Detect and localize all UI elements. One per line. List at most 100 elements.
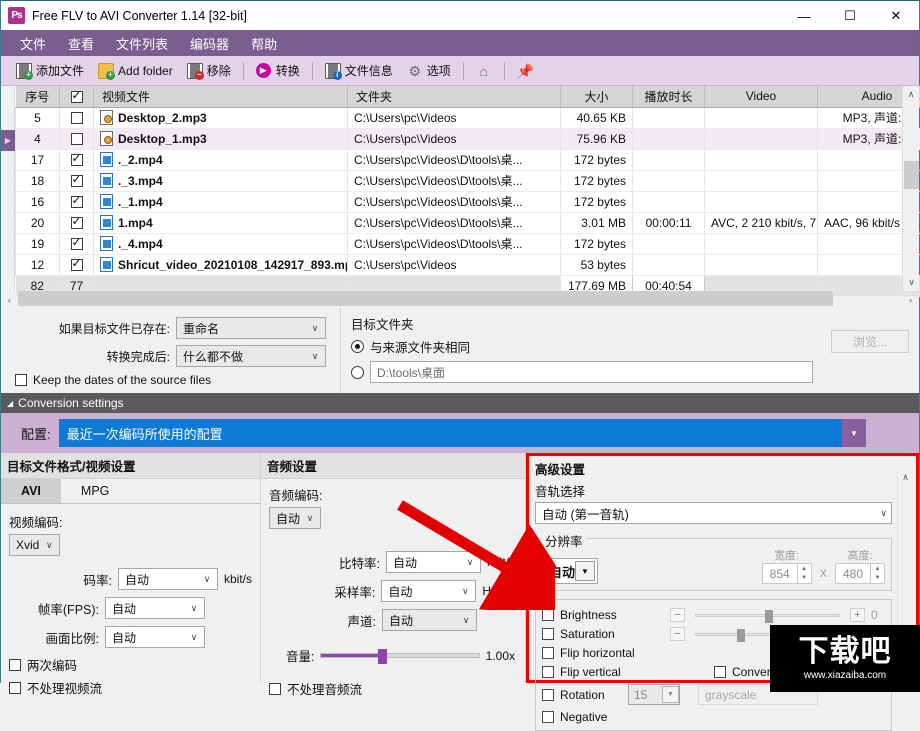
table-row[interactable]: 4Desktop_1.mp3C:\Users\pc\Videos75.96 KB…: [16, 128, 920, 149]
column-header-videofile[interactable]: 视频文件: [94, 86, 348, 107]
file-list-horizontal-scrollbar[interactable]: ‹ ›: [0, 291, 920, 308]
volume-slider[interactable]: [320, 653, 479, 658]
minimize-button[interactable]: —: [781, 1, 827, 31]
conversion-settings-header[interactable]: ◢ Conversion settings: [0, 393, 920, 413]
file-list[interactable]: ▶ 序号 视频文件 文件夹 大小 播放时长 Video Audio 5Deskt…: [0, 86, 920, 291]
after-combo[interactable]: 什么都不做 ∨: [176, 345, 326, 367]
row-checkbox-cell[interactable]: [60, 149, 94, 170]
column-header-duration[interactable]: 播放时长: [633, 86, 705, 107]
chevron-down-icon[interactable]: ▼: [662, 686, 679, 703]
saturation-minus-button[interactable]: −: [670, 627, 685, 641]
convert-colors-checkbox[interactable]: [714, 666, 726, 678]
options-button[interactable]: ⚙ 选项: [400, 60, 458, 81]
config-combo[interactable]: 最近一次编码所使用的配置 ▼: [59, 419, 866, 447]
chevron-down-icon[interactable]: ▼: [575, 561, 595, 581]
exists-combo[interactable]: 重命名 ∨: [176, 317, 326, 339]
video-fps-combo[interactable]: 自动 ∨: [105, 597, 205, 619]
select-all-checkbox[interactable]: [71, 91, 83, 103]
vertical-scroll-thumb[interactable]: [904, 161, 919, 189]
video-aspect-combo[interactable]: 自动 ∨: [105, 626, 205, 648]
audio-channels-combo[interactable]: 自动 ∨: [382, 609, 477, 631]
custom-path-input[interactable]: D:\tools\桌面: [370, 361, 813, 383]
row-checkbox-cell[interactable]: [60, 170, 94, 191]
no-audio-row[interactable]: 不处理音频流: [269, 679, 525, 698]
width-input[interactable]: 854: [762, 563, 798, 584]
audio-codec-combo[interactable]: 自动 ∨: [269, 507, 321, 529]
resolution-combo[interactable]: 自动 ▼: [542, 558, 598, 584]
add-folder-button[interactable]: + Add folder: [91, 61, 180, 81]
horizontal-scroll-thumb[interactable]: [18, 291, 833, 306]
table-row[interactable]: 5Desktop_2.mp3C:\Users\pc\Videos40.65 KB…: [16, 107, 920, 128]
add-file-button[interactable]: + 添加文件: [9, 60, 91, 81]
brightness-slider-knob[interactable]: [765, 610, 773, 623]
table-row[interactable]: 12Shricut_video_20210108_142917_893.mp4C…: [16, 254, 920, 275]
menu-item-view[interactable]: 查看: [57, 31, 105, 56]
column-header-video[interactable]: Video: [705, 86, 818, 107]
brightness-slider[interactable]: [695, 614, 840, 617]
negative-checkbox[interactable]: [542, 711, 554, 723]
brightness-checkbox[interactable]: [542, 609, 554, 621]
row-checkbox[interactable]: [71, 133, 83, 145]
scroll-down-icon[interactable]: ∨: [903, 274, 920, 291]
scroll-up-icon[interactable]: ∧: [903, 86, 919, 103]
column-header-index[interactable]: 序号: [16, 86, 60, 107]
row-checkbox[interactable]: [71, 217, 83, 229]
row-checkbox-cell[interactable]: [60, 191, 94, 212]
saturation-checkbox[interactable]: [542, 628, 554, 640]
file-list-vertical-scrollbar[interactable]: ∧ ∨: [902, 86, 919, 291]
row-checkbox[interactable]: [71, 175, 83, 187]
volume-slider-knob[interactable]: [378, 649, 387, 664]
brightness-minus-button[interactable]: −: [670, 608, 685, 622]
audio-samplerate-combo[interactable]: 自动 ∨: [381, 580, 476, 602]
row-checkbox-cell[interactable]: [60, 128, 94, 149]
browse-button[interactable]: 浏览...: [831, 330, 909, 353]
tab-avi[interactable]: AVI: [1, 479, 61, 503]
rotation-checkbox[interactable]: [542, 689, 554, 701]
two-pass-checkbox[interactable]: [9, 659, 21, 671]
keep-dates-row[interactable]: Keep the dates of the source files: [1, 373, 340, 387]
flip-vertical-checkbox[interactable]: [542, 666, 554, 678]
tab-mpg[interactable]: MPG: [61, 479, 129, 503]
close-button[interactable]: ✕: [873, 1, 919, 31]
menu-item-filelist[interactable]: 文件列表: [105, 31, 179, 56]
menu-item-encoder[interactable]: 编码器: [179, 31, 240, 56]
row-checkbox-cell[interactable]: [60, 254, 94, 275]
height-stepper[interactable]: ▲▼: [871, 563, 885, 584]
custom-path-row[interactable]: D:\tools\桌面: [351, 361, 909, 383]
scroll-up-icon[interactable]: ∧: [898, 470, 913, 484]
row-checkbox[interactable]: [71, 154, 83, 166]
table-row[interactable]: 201.mp4C:\Users\pc\Videos\D\tools\桌...3.…: [16, 212, 920, 233]
brightness-plus-button[interactable]: +: [850, 608, 865, 622]
column-header-checkbox[interactable]: [60, 86, 94, 107]
row-checkbox-cell[interactable]: [60, 107, 94, 128]
rotation-combo[interactable]: 15 ▼: [628, 684, 680, 705]
width-stepper[interactable]: ▲▼: [798, 563, 812, 584]
menu-item-file[interactable]: 文件: [9, 31, 57, 56]
table-row[interactable]: 16._1.mp4C:\Users\pc\Videos\D\tools\桌...…: [16, 191, 920, 212]
horizontal-scroll-track[interactable]: [18, 291, 902, 308]
table-row[interactable]: 17._2.mp4C:\Users\pc\Videos\D\tools\桌...…: [16, 149, 920, 170]
video-bitrate-combo[interactable]: 自动 ∨: [118, 568, 218, 590]
menu-item-help[interactable]: 帮助: [240, 31, 288, 56]
keep-dates-checkbox[interactable]: [15, 374, 27, 386]
row-checkbox[interactable]: [71, 112, 83, 124]
row-checkbox[interactable]: [71, 259, 83, 271]
same-as-source-row[interactable]: 与来源文件夹相同: [351, 337, 909, 356]
row-checkbox-cell[interactable]: [60, 233, 94, 254]
video-codec-combo[interactable]: Xvid ∨: [9, 534, 60, 556]
flip-horizontal-checkbox[interactable]: [542, 647, 554, 659]
remove-button[interactable]: − 移除: [180, 60, 238, 81]
column-header-folder[interactable]: 文件夹: [348, 86, 561, 107]
pin-button[interactable]: 📌: [510, 61, 540, 81]
file-info-button[interactable]: i 文件信息: [318, 60, 400, 81]
audio-bitrate-combo[interactable]: 自动 ∨: [386, 551, 481, 573]
saturation-slider-knob[interactable]: [737, 629, 745, 642]
height-input[interactable]: 480: [835, 563, 871, 584]
column-header-size[interactable]: 大小: [561, 86, 633, 107]
row-checkbox[interactable]: [71, 196, 83, 208]
custom-path-radio[interactable]: [351, 366, 364, 379]
chevron-down-icon[interactable]: ▼: [842, 419, 866, 447]
table-row[interactable]: 18._3.mp4C:\Users\pc\Videos\D\tools\桌...…: [16, 170, 920, 191]
maximize-button[interactable]: ☐: [827, 1, 873, 31]
row-checkbox[interactable]: [71, 238, 83, 250]
